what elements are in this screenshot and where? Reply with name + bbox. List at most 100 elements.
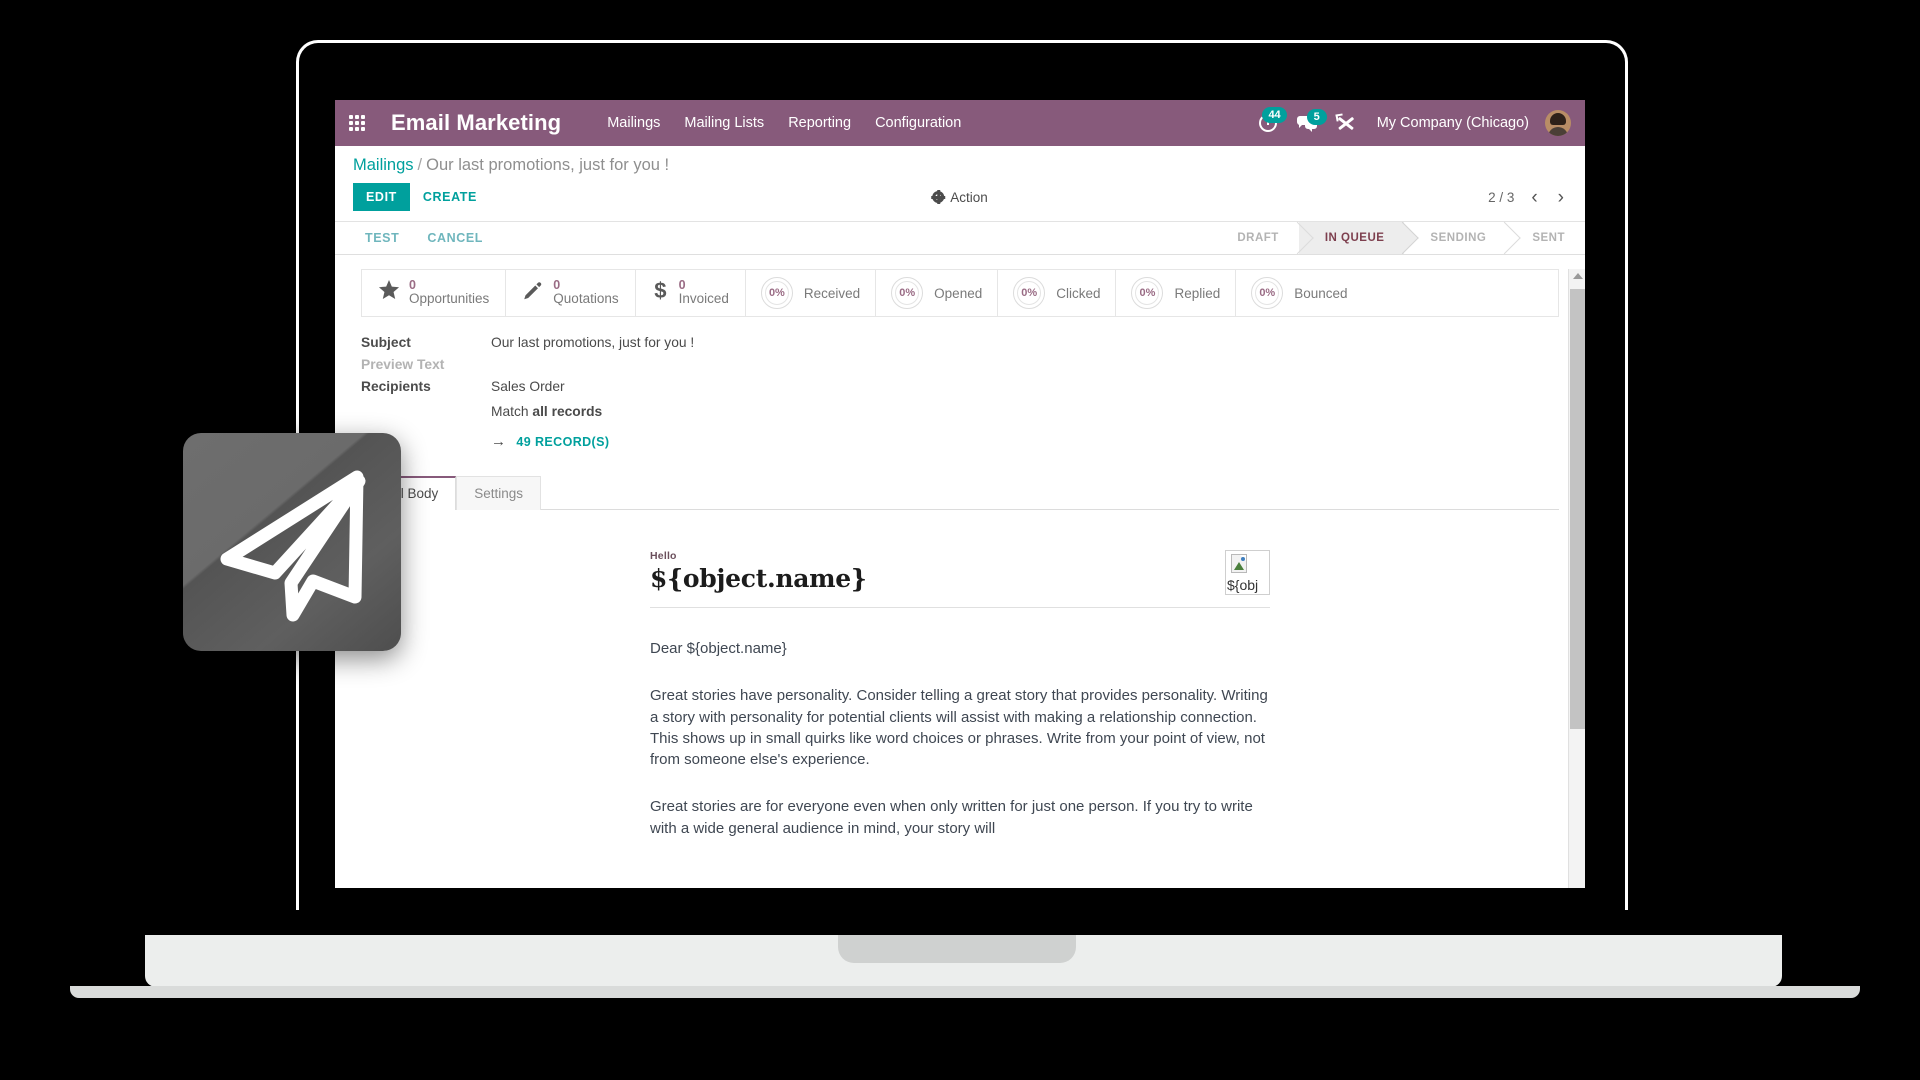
messaging-menu-button[interactable]: 5 bbox=[1287, 108, 1327, 132]
avatar[interactable] bbox=[1545, 110, 1571, 136]
stat-button-opportunities[interactable]: 0 Opportunities bbox=[362, 270, 507, 316]
broken-image-placeholder-icon: ${obj bbox=[1225, 550, 1270, 595]
statusbar-buttons: TEST CANCEL bbox=[335, 222, 495, 254]
stat-button-bounced[interactable]: 0% Bounced bbox=[1236, 270, 1362, 316]
field-row-recipients: Recipients Sales Order Match all records… bbox=[361, 379, 1559, 450]
menu-item-reporting[interactable]: Reporting bbox=[776, 109, 863, 137]
records-link[interactable]: → 49 RECORD(S) bbox=[491, 433, 609, 450]
stat-text: 0 Opportunities bbox=[409, 279, 489, 306]
control-panel: Mailings / Our last promotions, just for y… bbox=[335, 146, 1585, 221]
action-menu-button[interactable]: Action bbox=[931, 189, 988, 205]
stat-button-opened[interactable]: 0% Opened bbox=[876, 270, 999, 316]
stage-draft[interactable]: DRAFT bbox=[1211, 222, 1299, 254]
tools-icon bbox=[1337, 114, 1355, 132]
recipients-value[interactable]: Sales Order bbox=[491, 379, 609, 394]
breadcrumb-separator: / bbox=[417, 156, 423, 174]
stat-label: Bounced bbox=[1294, 285, 1348, 301]
ring-gauge-icon: 0% bbox=[760, 277, 793, 309]
ring-value: 0% bbox=[899, 287, 916, 299]
stat-button-replied[interactable]: 0% Replied bbox=[1116, 270, 1237, 316]
browser-viewport: Email Marketing Mailings Mailing Lists R… bbox=[335, 100, 1585, 888]
cancel-button[interactable]: CANCEL bbox=[415, 225, 495, 251]
ring-gauge-icon: 0% bbox=[1131, 277, 1164, 309]
dollar-icon: $ bbox=[652, 278, 670, 307]
form-statusbar-row: TEST CANCEL DRAFT IN QUEUE SENDING SENT bbox=[335, 221, 1585, 255]
mail-body-editor[interactable]: Hello ${object.name} ${obj Dear ${object… bbox=[335, 510, 1585, 840]
ring-value: 0% bbox=[1139, 287, 1156, 299]
control-panel-actions: EDIT CREATE Action 2 / 3 ‹ › bbox=[335, 177, 1585, 221]
test-button[interactable]: TEST bbox=[353, 225, 411, 251]
activity-badge: 44 bbox=[1262, 107, 1287, 123]
apps-grid-icon[interactable] bbox=[349, 115, 369, 131]
email-marketing-app-logo bbox=[183, 433, 401, 651]
form-sheet: 0 Opportunities 0 Quotations $ 0 Invoice… bbox=[335, 269, 1585, 888]
mail-paragraph-1: Great stories have personality. Consider… bbox=[650, 687, 1268, 769]
stat-label: Invoiced bbox=[678, 291, 729, 307]
form-fields: Subject Our last promotions, just for yo… bbox=[361, 335, 1559, 450]
screenshot-stage: Email Marketing Mailings Mailing Lists R… bbox=[0, 0, 1920, 1080]
menu-item-mailing-lists[interactable]: Mailing Lists bbox=[672, 109, 776, 137]
ring-value: 0% bbox=[1021, 287, 1038, 299]
mail-hello-label: Hello bbox=[650, 550, 677, 562]
vertical-scrollbar[interactable] bbox=[1568, 269, 1585, 888]
arrow-right-icon: → bbox=[491, 433, 507, 450]
odoo-topbar: Email Marketing Mailings Mailing Lists R… bbox=[335, 100, 1585, 146]
subject-value[interactable]: Our last promotions, just for you ! bbox=[491, 335, 694, 350]
ring-gauge-icon: 0% bbox=[1013, 277, 1046, 309]
menu-item-mailings[interactable]: Mailings bbox=[595, 109, 672, 137]
pager: 2 / 3 ‹ › bbox=[1488, 188, 1567, 207]
mail-header: Hello ${object.name} ${obj bbox=[650, 550, 1270, 608]
stat-button-clicked[interactable]: 0% Clicked bbox=[998, 270, 1117, 316]
field-row-preview-text: Preview Text bbox=[361, 357, 1559, 372]
gear-icon bbox=[931, 190, 946, 204]
preview-text-label: Preview Text bbox=[361, 357, 445, 372]
recipients-block: Sales Order Match all records → 49 RECOR… bbox=[491, 379, 609, 450]
stat-button-box: 0 Opportunities 0 Quotations $ 0 Invoice… bbox=[361, 269, 1559, 317]
tab-settings[interactable]: Settings bbox=[456, 476, 542, 510]
action-menu-label: Action bbox=[950, 189, 988, 205]
stat-button-received[interactable]: 0% Received bbox=[746, 270, 877, 316]
mail-salutation: Dear ${object.name} bbox=[650, 640, 787, 657]
ring-gauge-icon: 0% bbox=[891, 277, 924, 309]
topbar-systray: 44 5 My Company (Chicago) bbox=[1249, 107, 1571, 136]
create-button[interactable]: CREATE bbox=[410, 183, 490, 211]
match-prefix: Match bbox=[491, 404, 533, 419]
stat-label: Opened bbox=[934, 285, 983, 301]
ring-value: 0% bbox=[768, 287, 785, 299]
broken-image-sun bbox=[1241, 557, 1245, 561]
ring-gauge-icon: 0% bbox=[1251, 277, 1284, 309]
scrollbar-thumb[interactable] bbox=[1570, 289, 1585, 729]
stat-label: Quotations bbox=[553, 291, 619, 307]
stat-text: 0 Quotations bbox=[553, 279, 618, 306]
mail-heading: ${object.name} bbox=[650, 564, 867, 593]
match-scope: all records bbox=[532, 404, 603, 419]
company-switcher[interactable]: My Company (Chicago) bbox=[1365, 115, 1541, 131]
svg-text:$: $ bbox=[654, 279, 666, 302]
stat-button-invoiced[interactable]: $ 0 Invoiced bbox=[636, 270, 746, 316]
stat-label: Opportunities bbox=[409, 291, 490, 307]
subject-label: Subject bbox=[361, 335, 411, 350]
developer-tools-button[interactable] bbox=[1327, 114, 1365, 132]
star-icon bbox=[378, 280, 400, 306]
stage-in-queue[interactable]: IN QUEUE bbox=[1298, 222, 1405, 254]
mail-header-text: Hello ${object.name} bbox=[650, 550, 867, 593]
pager-previous-button[interactable]: ‹ bbox=[1528, 188, 1540, 207]
activity-menu-button[interactable]: 44 bbox=[1249, 107, 1287, 132]
breadcrumb-root[interactable]: Mailings bbox=[353, 156, 414, 174]
main-menu: Mailings Mailing Lists Reporting Configu… bbox=[595, 109, 973, 137]
pager-value: 2 / 3 bbox=[1488, 189, 1515, 205]
field-row-subject: Subject Our last promotions, just for yo… bbox=[361, 335, 1559, 350]
mail-paragraph-2: Great stories are for everyone even when… bbox=[650, 798, 1253, 837]
ring-value: 0% bbox=[1259, 287, 1276, 299]
stage-sending[interactable]: SENDING bbox=[1404, 222, 1507, 254]
edit-button[interactable]: EDIT bbox=[353, 183, 410, 211]
pager-next-button[interactable]: › bbox=[1555, 188, 1567, 207]
scroll-up-arrow-icon[interactable] bbox=[1573, 273, 1583, 279]
stat-button-quotations[interactable]: 0 Quotations bbox=[506, 270, 636, 316]
domain-match-line: Match all records bbox=[491, 404, 609, 419]
records-link-label: 49 RECORD(S) bbox=[516, 434, 610, 449]
mail-content: Hello ${object.name} ${obj Dear ${object… bbox=[650, 550, 1270, 839]
broken-image-alt-text: ${obj bbox=[1227, 577, 1259, 593]
menu-item-configuration[interactable]: Configuration bbox=[863, 109, 973, 137]
stat-label: Replied bbox=[1174, 285, 1221, 301]
